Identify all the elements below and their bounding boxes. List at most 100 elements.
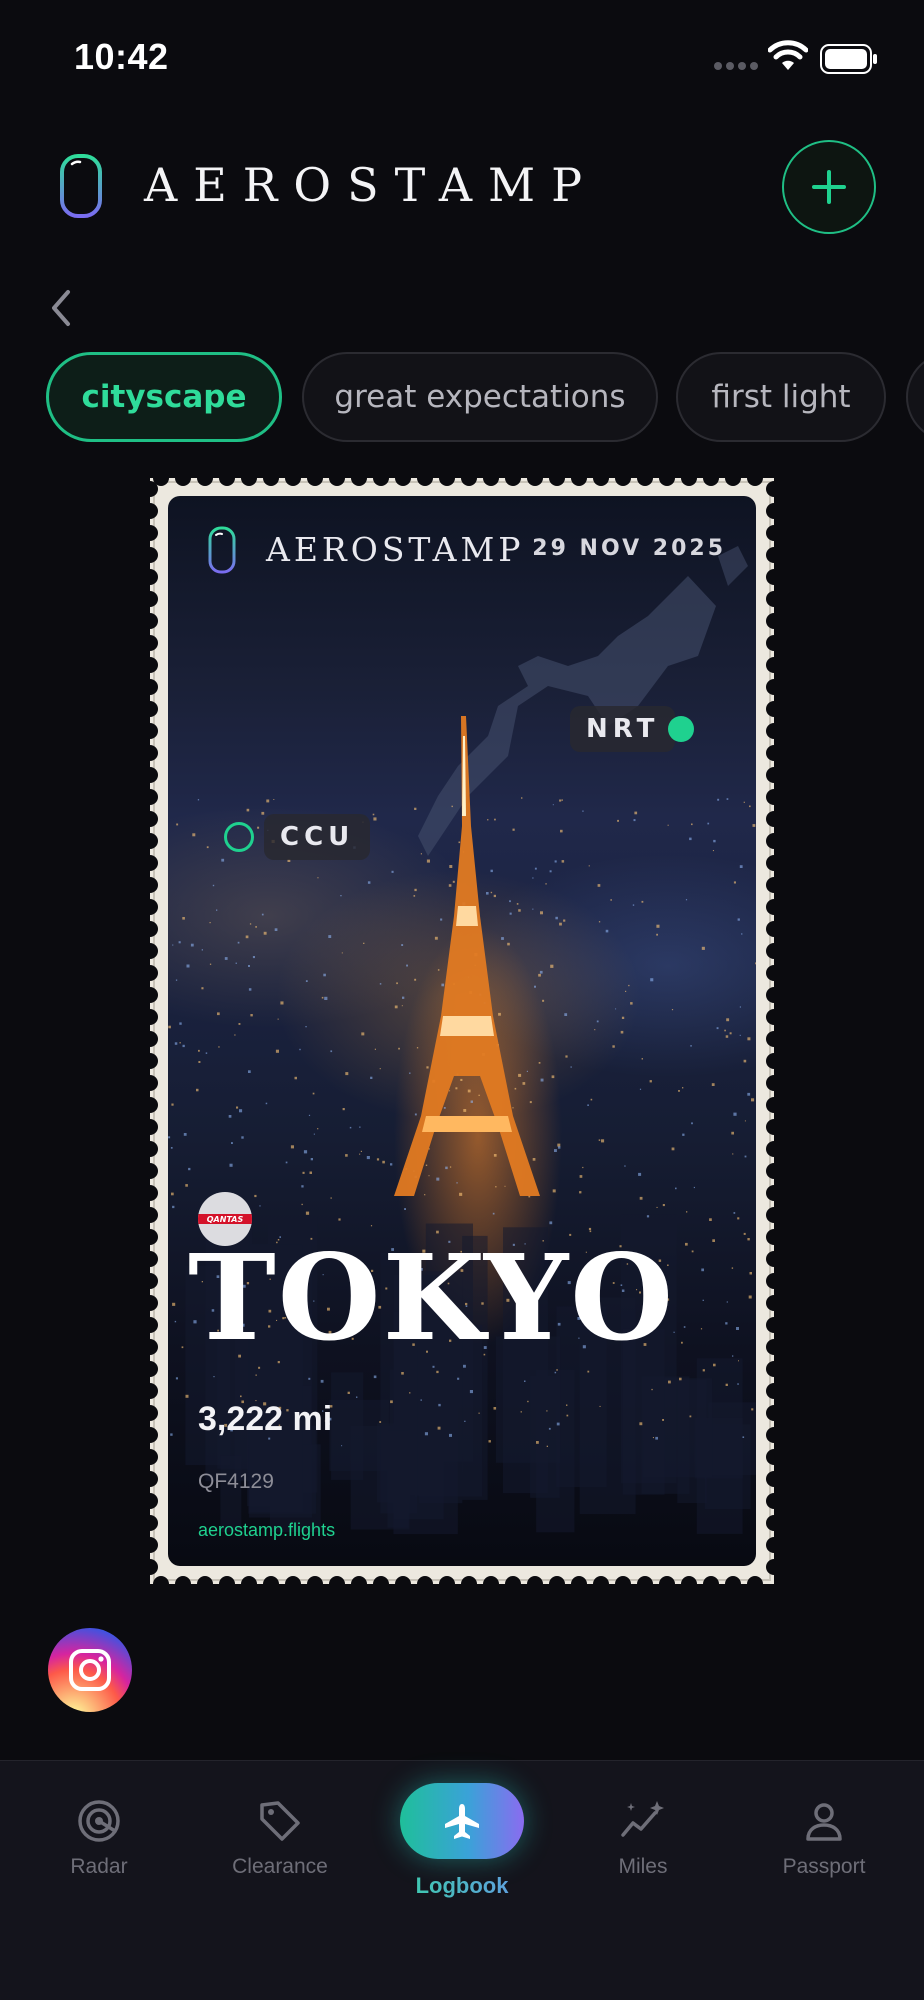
city-light — [455, 1087, 458, 1090]
city-light — [313, 1133, 315, 1135]
city-light — [691, 1122, 693, 1125]
nav-logbook[interactable] — [400, 1783, 524, 1859]
nav-clearance[interactable]: Clearance — [205, 1761, 355, 1921]
city-light — [493, 894, 496, 898]
city-light — [340, 895, 342, 897]
city-light — [549, 1221, 553, 1225]
city-light — [646, 1215, 650, 1218]
stamp-image: AEROSTAMP 29 NOV 2025 NRT CCU QANTAS TOK… — [168, 496, 756, 1566]
city-light — [520, 1411, 522, 1413]
city-light — [638, 1172, 642, 1176]
city-light — [689, 1415, 692, 1418]
city-light — [512, 1107, 514, 1109]
nav-passport[interactable]: Passport — [749, 1761, 899, 1921]
city-light — [359, 1126, 361, 1128]
city-light — [552, 804, 554, 806]
city-light — [741, 933, 743, 935]
city-light — [367, 881, 371, 884]
city-light — [347, 1391, 350, 1394]
city-light — [309, 1171, 312, 1174]
city-light — [176, 823, 179, 826]
city-light — [249, 923, 252, 925]
city-light — [196, 1088, 199, 1092]
city-light — [188, 1167, 191, 1171]
city-light — [560, 829, 563, 833]
city-light — [398, 1047, 400, 1050]
city-light — [738, 1360, 739, 1362]
city-light — [321, 996, 324, 999]
city-light — [305, 1211, 310, 1215]
chip-great-expectations[interactable]: great expectations — [302, 352, 658, 442]
city-light — [733, 1112, 737, 1116]
city-light — [252, 956, 255, 959]
city-light — [376, 1158, 380, 1161]
city-light — [554, 860, 557, 863]
city-light — [317, 877, 319, 879]
add-button[interactable] — [782, 140, 876, 234]
city-light — [747, 1092, 751, 1096]
city-light — [561, 860, 565, 863]
city-light — [379, 1068, 381, 1070]
city-light — [209, 922, 211, 924]
city-light — [441, 983, 445, 987]
chevron-left-icon — [52, 290, 70, 326]
city-light — [299, 1048, 301, 1051]
city-light — [744, 1120, 746, 1122]
city-light — [459, 1192, 463, 1196]
city-light — [261, 913, 264, 916]
city-light — [554, 1371, 557, 1374]
city-light — [662, 1204, 665, 1207]
city-light — [625, 990, 627, 992]
city-light — [171, 1103, 174, 1106]
city-light — [748, 1295, 752, 1299]
city-light — [372, 813, 375, 816]
city-light — [737, 918, 740, 921]
city-light — [534, 985, 536, 988]
chip-cityscape[interactable]: cityscape — [46, 352, 282, 442]
building-silhouette — [387, 1430, 409, 1528]
city-light — [425, 1164, 428, 1166]
city-light — [487, 819, 489, 821]
city-light — [168, 1025, 171, 1029]
city-light — [390, 1163, 393, 1166]
city-light — [330, 1050, 333, 1053]
city-light — [509, 912, 512, 915]
nav-miles[interactable]: Miles — [568, 1761, 718, 1921]
instagram-share-button[interactable] — [48, 1628, 132, 1712]
city-light — [540, 911, 543, 915]
city-light — [563, 919, 566, 922]
city-light — [301, 1185, 304, 1188]
back-button[interactable] — [40, 282, 80, 334]
city-light — [469, 1390, 473, 1394]
city-light — [255, 1374, 257, 1376]
city-light — [717, 798, 720, 801]
nav-radar[interactable]: Radar — [24, 1761, 174, 1921]
chip-more[interactable] — [906, 352, 924, 442]
city-light — [713, 1363, 716, 1367]
city-light — [639, 1088, 642, 1090]
city-light — [641, 900, 644, 903]
city-light — [294, 1076, 297, 1080]
city-light — [743, 1059, 747, 1063]
city-light — [342, 1108, 345, 1111]
plane-icon — [445, 1804, 479, 1839]
city-light — [620, 1030, 624, 1034]
city-light — [437, 969, 440, 971]
city-light — [280, 1001, 284, 1005]
city-light — [170, 1433, 173, 1436]
city-light — [518, 1073, 522, 1077]
city-light — [201, 949, 203, 951]
city-light — [443, 1107, 446, 1109]
city-light — [691, 1250, 694, 1253]
city-light — [707, 822, 710, 825]
app-title: AEROSTAMP — [144, 158, 599, 212]
city-light — [245, 935, 249, 939]
city-light — [379, 1421, 382, 1423]
instagram-icon — [69, 1649, 111, 1691]
chip-first-light[interactable]: first light — [676, 352, 886, 442]
city-light — [656, 933, 658, 936]
city-light — [172, 1302, 176, 1306]
city-light — [320, 1379, 324, 1383]
city-light — [416, 1047, 419, 1049]
city-light — [305, 1026, 307, 1028]
